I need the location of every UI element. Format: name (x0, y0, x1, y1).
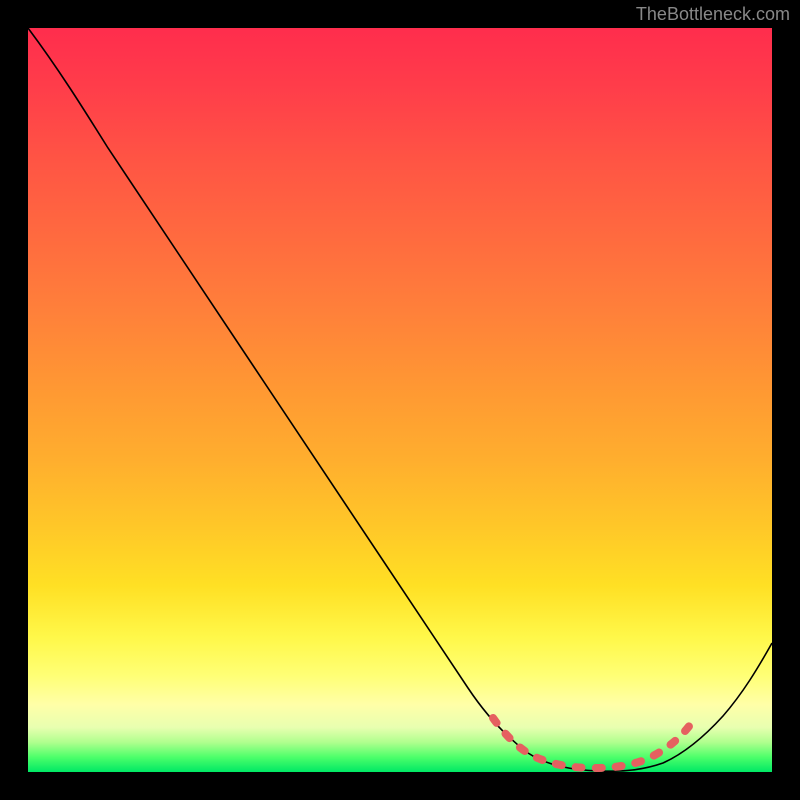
bottleneck-curve-line (28, 28, 772, 771)
chart-svg (28, 28, 772, 772)
chart-area (28, 28, 772, 772)
watermark-text: TheBottleneck.com (636, 4, 790, 25)
optimal-range-marker (493, 718, 690, 768)
